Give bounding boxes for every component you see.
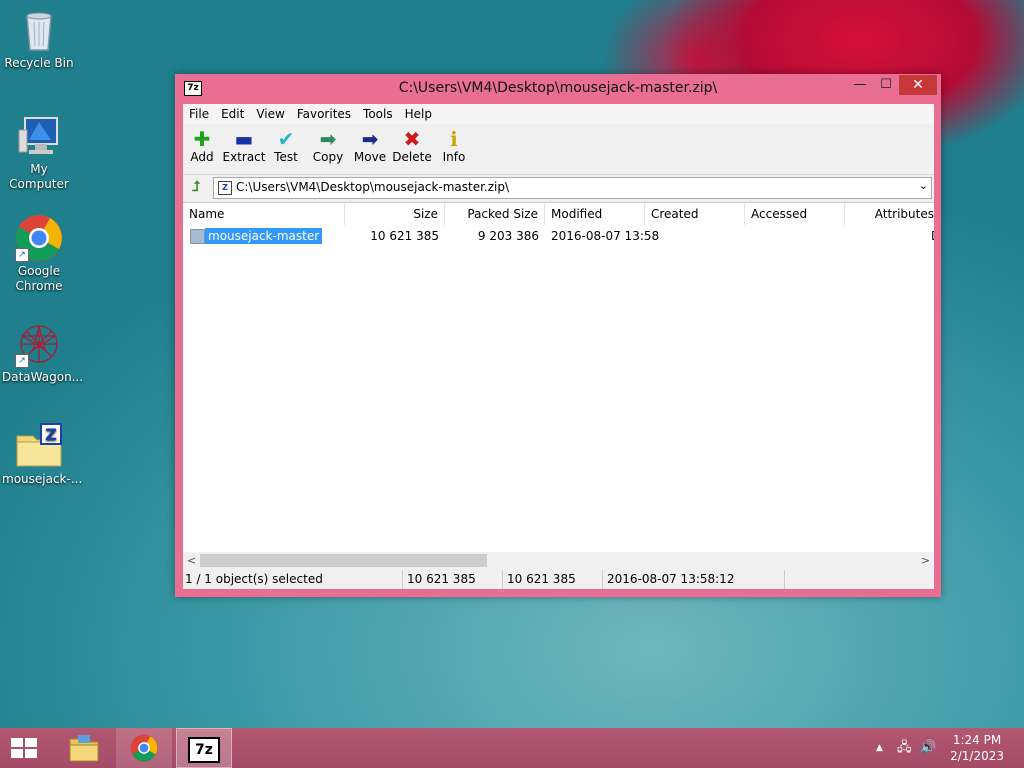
folder-icon: [190, 229, 205, 244]
add-button[interactable]: ✚ Add: [180, 128, 224, 164]
zip-folder-icon: Z: [15, 422, 63, 470]
7zip-taskbar-icon: 7z: [188, 737, 220, 763]
window-title: C:\Users\VM4\Desktop\mousejack-master.zi…: [398, 80, 718, 96]
row-attributes: D: [931, 227, 934, 245]
desktop-icon-label: DataWagon...: [2, 370, 84, 384]
extract-button[interactable]: ▬ Extract: [222, 128, 266, 164]
svg-text:Z: Z: [45, 425, 57, 444]
desktop-icon-label: My Computer: [9, 162, 69, 191]
toolbar: ✚ Add ▬ Extract ✔ Test ➡ Copy ➡ Move ✖ D…: [183, 124, 934, 175]
status-size: 10 621 385: [405, 570, 503, 589]
column-header-name[interactable]: Name: [183, 203, 345, 225]
chrome-icon: ↗: [15, 214, 63, 262]
datawagon-icon: ↗: [15, 320, 63, 368]
scrollbar-thumb[interactable]: [200, 554, 487, 567]
copy-button[interactable]: ➡ Copy: [306, 128, 350, 164]
copy-label: Copy: [312, 150, 344, 164]
extract-label: Extract: [222, 150, 266, 164]
up-folder-icon[interactable]: ⮥: [187, 178, 205, 196]
recycle-bin-icon: [15, 6, 63, 54]
move-icon: ➡: [361, 127, 379, 151]
info-label: Info: [442, 150, 466, 164]
column-header-modified[interactable]: Modified: [545, 203, 645, 225]
close-button[interactable]: ✕: [899, 75, 937, 95]
horizontal-scrollbar[interactable]: < >: [183, 552, 934, 569]
desktop-icon-label: mousejack-...: [2, 472, 83, 486]
menu-view[interactable]: View: [250, 104, 290, 124]
desktop-icon-mousejack-zip[interactable]: Z mousejack-...: [2, 422, 83, 487]
tray-expand-icon[interactable]: ▲: [876, 728, 888, 768]
info-button[interactable]: ℹ Info: [432, 128, 476, 164]
taskbar-file-explorer[interactable]: [56, 728, 112, 768]
move-label: Move: [353, 150, 387, 164]
desktop-icon-datawagon[interactable]: ↗ DataWagon...: [2, 320, 84, 385]
column-header-size[interactable]: Size: [345, 203, 445, 225]
menu-help[interactable]: Help: [399, 104, 438, 124]
column-header-created[interactable]: Created: [645, 203, 745, 225]
status-modified: 2016-08-07 13:58:12: [605, 570, 785, 589]
menu-tools[interactable]: Tools: [357, 104, 399, 124]
menu-bar: File Edit View Favorites Tools Help: [183, 104, 934, 124]
file-list: Name Size Packed Size Modified Created A…: [183, 202, 934, 569]
minimize-button[interactable]: —: [847, 75, 873, 95]
title-bar[interactable]: 7z C:\Users\VM4\Desktop\mousejack-master…: [175, 74, 941, 104]
zip-archive-icon: Z: [218, 181, 232, 195]
menu-favorites[interactable]: Favorites: [291, 104, 357, 124]
menu-edit[interactable]: Edit: [215, 104, 250, 124]
table-row[interactable]: mousejack-master 10 621 385 9 203 386 20…: [183, 227, 934, 245]
test-button[interactable]: ✔ Test: [264, 128, 308, 164]
status-packed: 10 621 385: [505, 570, 603, 589]
address-field[interactable]: Z C:\Users\VM4\Desktop\mousejack-master.…: [213, 177, 932, 199]
maximize-button[interactable]: ☐: [873, 75, 899, 95]
copy-icon: ➡: [319, 127, 337, 151]
row-name: mousejack-master: [205, 228, 323, 244]
desktop-icon-google-chrome[interactable]: ↗ Google Chrome: [2, 214, 76, 294]
clock[interactable]: 1:24 PM 2/1/2023: [950, 732, 1004, 764]
add-icon: ✚: [193, 127, 211, 151]
taskbar-chrome[interactable]: [116, 728, 172, 768]
column-header-attributes[interactable]: Attributes: [845, 203, 934, 225]
computer-icon: [15, 112, 63, 160]
file-explorer-icon: [69, 735, 99, 762]
test-label: Test: [274, 150, 298, 164]
clock-time: 1:24 PM: [952, 733, 1002, 747]
window-client: File Edit View Favorites Tools Help ✚ Add ▬ E…: [183, 104, 934, 589]
scroll-left-icon[interactable]: <: [183, 552, 200, 569]
start-button[interactable]: [0, 728, 48, 768]
row-size: 10 621 385: [370, 229, 439, 243]
scroll-right-icon[interactable]: >: [917, 552, 934, 569]
delete-icon: ✖: [403, 127, 421, 151]
row-packed-size: 9 203 386: [477, 229, 539, 243]
chrome-icon: [130, 734, 158, 762]
clock-date: 2/1/2023: [950, 749, 1004, 763]
add-label: Add: [190, 150, 214, 164]
desktop-icon-my-computer[interactable]: My Computer: [2, 112, 76, 192]
network-icon[interactable]: 🖧: [897, 728, 915, 768]
taskbar: 7z ▲ 🖧 🔊 1:24 PM 2/1/2023: [0, 728, 1024, 768]
windows-logo-icon: [11, 738, 37, 758]
menu-file[interactable]: File: [183, 104, 215, 124]
move-button[interactable]: ➡ Move: [348, 128, 392, 164]
test-icon: ✔: [277, 127, 295, 151]
desktop-icon-recycle-bin[interactable]: Recycle Bin: [2, 6, 76, 71]
shortcut-arrow-icon: ↗: [15, 354, 29, 368]
address-path: C:\Users\VM4\Desktop\mousejack-master.zi…: [236, 180, 510, 194]
status-bar: 1 / 1 object(s) selected 10 621 385 10 6…: [183, 570, 934, 589]
taskbar-7zip[interactable]: 7z: [176, 728, 232, 768]
address-bar: ⮥ Z C:\Users\VM4\Desktop\mousejack-maste…: [183, 176, 934, 200]
7zip-window: 7z C:\Users\VM4\Desktop\mousejack-master…: [175, 74, 941, 597]
shortcut-arrow-icon: ↗: [15, 248, 29, 262]
desktop-icon-label: Recycle Bin: [4, 56, 74, 70]
volume-icon[interactable]: 🔊: [920, 728, 938, 768]
desktop-icon-label: Google Chrome: [15, 264, 63, 293]
extract-icon: ▬: [234, 127, 254, 151]
info-icon: ℹ: [450, 127, 458, 151]
row-modified: 2016-08-07 13:58: [551, 229, 660, 243]
chevron-down-icon[interactable]: ⌄: [919, 179, 928, 192]
status-selection: 1 / 1 object(s) selected: [183, 570, 403, 589]
delete-button[interactable]: ✖ Delete: [390, 128, 434, 164]
column-header-accessed[interactable]: Accessed: [745, 203, 845, 225]
delete-label: Delete: [392, 150, 432, 164]
column-header-packed-size[interactable]: Packed Size: [445, 203, 545, 225]
